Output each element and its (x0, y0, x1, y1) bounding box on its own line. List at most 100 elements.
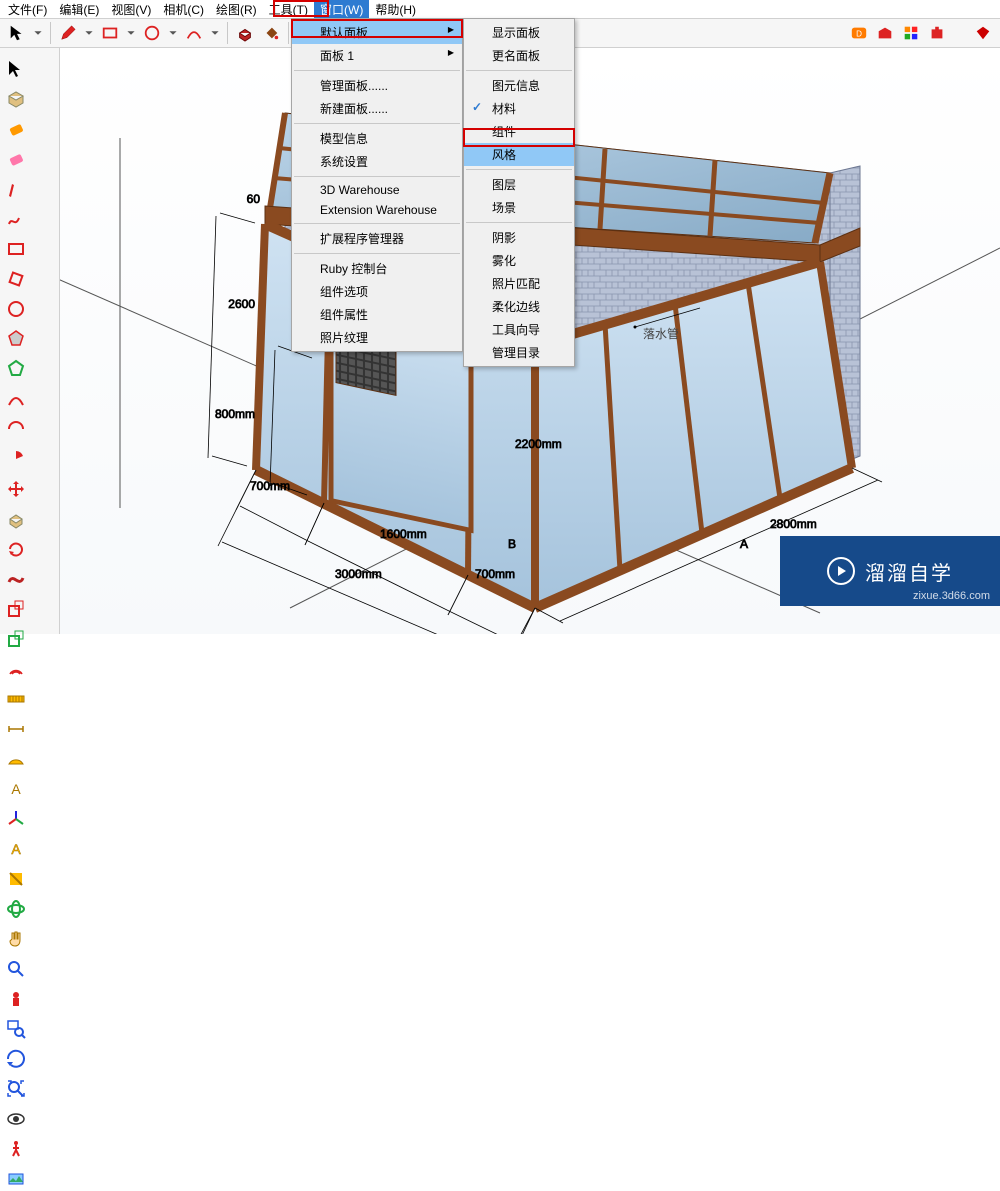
eraser-orange-icon[interactable] (4, 117, 28, 141)
line-icon[interactable] (4, 177, 28, 201)
submenu-item[interactable]: 管理目录 (464, 341, 574, 364)
dimension-icon[interactable] (4, 717, 28, 741)
dim-3000: 3000mm (335, 567, 382, 581)
menu-draw[interactable]: 绘图(R) (210, 0, 263, 19)
rotate-icon[interactable] (4, 537, 28, 561)
text-icon[interactable]: A (4, 777, 28, 801)
move-icon[interactable] (4, 477, 28, 501)
menu-item[interactable]: Ruby 控制台 (292, 257, 462, 280)
warehouse-icon[interactable] (875, 23, 895, 43)
dropdown-icon[interactable] (84, 23, 94, 43)
select-icon[interactable] (4, 57, 28, 81)
menu-item[interactable]: 新建面板...... (292, 97, 462, 120)
submenu-item[interactable]: 组件 (464, 120, 574, 143)
select-arrow-icon[interactable] (7, 23, 27, 43)
rectangle-icon[interactable] (100, 23, 120, 43)
submenu-item[interactable]: 显示面板 (464, 21, 574, 44)
menu-camera[interactable]: 相机(C) (157, 0, 210, 19)
followme-icon[interactable] (4, 567, 28, 591)
svg-text:A: A (11, 841, 21, 857)
orbit-icon[interactable] (4, 897, 28, 921)
ruby-icon[interactable] (973, 23, 993, 43)
submenu-item[interactable]: 照片匹配 (464, 272, 574, 295)
menu-separator (294, 253, 460, 254)
pan-icon[interactable] (4, 927, 28, 951)
mark-a: A (740, 537, 748, 551)
zoom-window-icon[interactable] (4, 1017, 28, 1041)
offset-icon[interactable] (4, 657, 28, 681)
zoom-icon[interactable] (4, 957, 28, 981)
dropdown-icon[interactable] (210, 23, 220, 43)
dim-2200: 2200mm (515, 437, 562, 451)
dim-2800: 2800mm (770, 517, 817, 531)
menu-item[interactable]: 面板 1 (292, 44, 462, 67)
submenu-item[interactable]: 更名面板 (464, 44, 574, 67)
eraser-pink-icon[interactable] (4, 147, 28, 171)
arc-icon[interactable] (4, 387, 28, 411)
walk-icon[interactable] (4, 1137, 28, 1161)
collection-icon[interactable] (901, 23, 921, 43)
menu-window[interactable]: 窗口(W) (314, 0, 369, 19)
menu-view[interactable]: 视图(V) (105, 0, 157, 19)
tape-icon[interactable] (4, 687, 28, 711)
dropdown-icon[interactable] (168, 23, 178, 43)
submenu-item[interactable]: 材料 (464, 97, 574, 120)
menu-item[interactable]: 照片纹理 (292, 326, 462, 349)
axes-icon[interactable] (4, 807, 28, 831)
previous-icon[interactable] (4, 1047, 28, 1071)
menu-item[interactable]: 管理面板...... (292, 74, 462, 97)
watermark-text: 溜溜自学 (865, 557, 953, 586)
submenu-item[interactable]: 图层 (464, 173, 574, 196)
match-photo-icon[interactable] (4, 1167, 28, 1191)
menu-tools[interactable]: 工具(T) (263, 0, 314, 19)
dropdown-icon[interactable] (33, 23, 43, 43)
scale-green-icon[interactable] (4, 627, 28, 651)
menu-item[interactable]: Extension Warehouse (292, 200, 462, 220)
polygon-icon[interactable] (4, 327, 28, 351)
zoom-extents-icon[interactable] (4, 1077, 28, 1101)
section-icon[interactable] (4, 867, 28, 891)
menu-item[interactable]: 组件选项 (292, 280, 462, 303)
window-menu-dropdown: 默认面板面板 1 管理面板......新建面板...... 模型信息系统设置 3D W… (291, 18, 463, 352)
menu-item[interactable]: 3D Warehouse (292, 180, 462, 200)
submenu-item[interactable]: 阴影 (464, 226, 574, 249)
pushpull-icon[interactable] (4, 507, 28, 531)
circle-icon[interactable] (4, 297, 28, 321)
menu-separator (294, 123, 460, 124)
paint-bucket-icon[interactable] (261, 23, 281, 43)
freehand-icon[interactable] (4, 207, 28, 231)
menu-file[interactable]: 文件(F) (2, 0, 53, 19)
des-icon[interactable]: D (849, 23, 869, 43)
menu-item[interactable]: 组件属性 (292, 303, 462, 326)
submenu-item[interactable]: 场景 (464, 196, 574, 219)
menu-item[interactable]: 扩展程序管理器 (292, 227, 462, 250)
position-camera-icon[interactable] (4, 987, 28, 1011)
submenu-item[interactable]: 图元信息 (464, 74, 574, 97)
text3d-icon[interactable]: A (4, 837, 28, 861)
menu-edit[interactable]: 编辑(E) (53, 0, 105, 19)
arc-icon[interactable] (184, 23, 204, 43)
toolbar-separator (227, 22, 228, 44)
menu-help[interactable]: 帮助(H) (369, 0, 422, 19)
rect-icon[interactable] (4, 237, 28, 261)
submenu-item[interactable]: 工具向导 (464, 318, 574, 341)
pushpull-icon[interactable] (235, 23, 255, 43)
circle-icon[interactable] (142, 23, 162, 43)
menu-item[interactable]: 系统设置 (292, 150, 462, 173)
scale-red-icon[interactable] (4, 597, 28, 621)
submenu-item[interactable]: 柔化边线 (464, 295, 574, 318)
pie-icon[interactable] (4, 447, 28, 471)
rotated-rect-icon[interactable] (4, 267, 28, 291)
submenu-item[interactable]: 风格 (464, 143, 574, 166)
polygon-green-icon[interactable] (4, 357, 28, 381)
arc2-icon[interactable] (4, 417, 28, 441)
menu-item[interactable]: 模型信息 (292, 127, 462, 150)
pencil-icon[interactable] (58, 23, 78, 43)
submenu-item[interactable]: 雾化 (464, 249, 574, 272)
extension-icon[interactable] (927, 23, 947, 43)
dropdown-icon[interactable] (126, 23, 136, 43)
protractor-icon[interactable] (4, 747, 28, 771)
menu-item[interactable]: 默认面板 (292, 21, 462, 44)
make-component-icon[interactable] (4, 87, 28, 111)
look-around-icon[interactable] (4, 1107, 28, 1131)
